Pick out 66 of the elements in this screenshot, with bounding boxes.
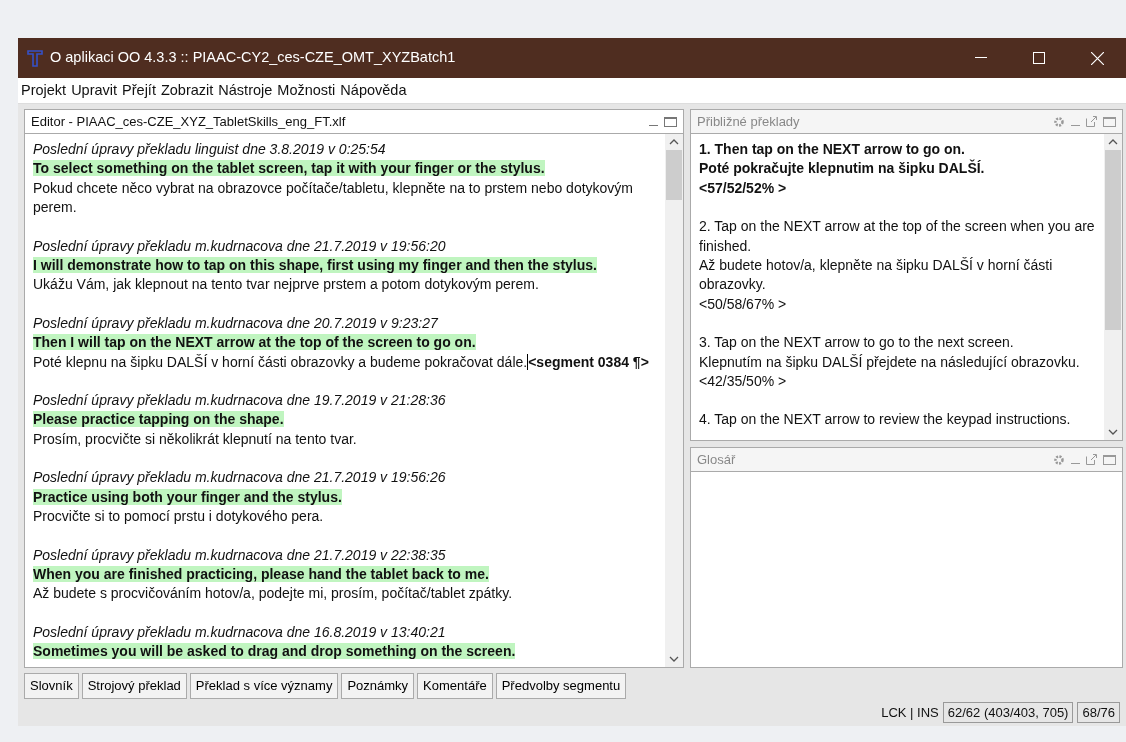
pane-tab[interactable]: Strojový překlad (81, 673, 187, 699)
settings-icon[interactable] (1053, 453, 1065, 466)
source-text: Please practice tapping on the shape. (33, 411, 284, 428)
target-text: Pokud chcete něco vybrat na obrazovce počítače/tabletu, klepněte na to prstem nebo dotykovým perem. (33, 179, 634, 216)
maximize-icon[interactable] (664, 116, 677, 127)
source-text: When you are finished practicing, please hand the tablet back to me. (33, 565, 489, 582)
menu-item[interactable]: Možnosti (277, 79, 336, 102)
pane-tab[interactable]: Předvolby segmentu (495, 673, 627, 699)
edit-info: Poslední úpravy překladu m.kudrnacova dne 21.7.2019 v 19:56:20 (33, 236, 447, 256)
panel-title: Přibližné překlady (697, 112, 801, 131)
edit-info: Poslední úpravy překladu m.kudrnacova dne 21.7.2019 v 22:38:35 (33, 545, 447, 565)
scroll-thumb[interactable] (666, 150, 682, 200)
target-text: Prosím, procvičte si několikrát klepnutí na tento tvar. (33, 430, 357, 447)
match-target[interactable]: Poté pokračujte klepnutim na šipku DALŠÍ. (699, 159, 1096, 179)
maximize-icon[interactable] (1103, 116, 1116, 127)
menu-item[interactable]: Nástroje (218, 79, 273, 102)
source-text: I will demonstrate how to tap on this shape, first using my finger and then the stylus. (33, 257, 597, 274)
maximize-icon[interactable] (1103, 454, 1116, 465)
source-text: To select something on the tablet screen, tap it with your finger or the stylus. (33, 160, 545, 177)
source-text: Then I will tap on the NEXT arrow at the top of the screen to go on. (33, 334, 476, 351)
pane-tab[interactable]: Slovník (24, 673, 79, 699)
edit-info: Poslední úpravy překladu m.kudrnacova dne 20.7.2019 v 9:23:27 (33, 313, 439, 333)
segment-tag: <segment 0384 ¶> (527, 353, 649, 370)
progress-counter: 62/62 (403/403, 705) (942, 701, 1074, 723)
status-text: LCK | INS (881, 703, 939, 722)
source-text: Sometimes you will be asked to drag and drop something on the screen. (33, 643, 516, 660)
pane-tab[interactable]: Překlad s více významy (189, 673, 339, 699)
settings-icon[interactable] (1053, 115, 1065, 128)
panel-title: Editor - PIAAC_ces-CZE_XYZ_TabletSkills_eng_FT.xlf (31, 112, 347, 131)
app-logo-icon (26, 48, 44, 68)
scrollbar[interactable] (1104, 134, 1122, 440)
minimize-icon (975, 57, 987, 59)
match-source[interactable]: 3. Tap on the NEXT arrow to go to the next screen. (699, 333, 1096, 353)
pane-tab[interactable]: Poznámky (341, 673, 415, 699)
target-text: Až budete s procvičováním hotov/a, podejte mi, prosím, počítač/tablet zpátky. (33, 585, 513, 602)
match-source[interactable]: 4. Tap on the NEXT arrow to review the keypad instructions. (699, 410, 1096, 430)
edit-info: Poslední úpravy překladu m.kudrnacova dne 21.7.2019 v 19:56:26 (33, 468, 447, 488)
source-text: Practice using both your finger and the stylus. (33, 488, 342, 505)
scrollbar[interactable] (665, 134, 683, 667)
edit-info: Poslední úpravy překladu linguist dne 3.8.2019 v 0:25:54 (33, 140, 387, 159)
menu-item[interactable]: Nápověda (340, 79, 407, 102)
match-target[interactable]: Až budete hotov/a, klepněte na šipku DALŠÍ v horní části obrazovky. (699, 256, 1096, 295)
menu-item[interactable]: Upravit (71, 79, 118, 102)
scroll-thumb[interactable] (1105, 150, 1121, 330)
pane-tab[interactable]: Komentáře (417, 673, 493, 699)
panel-title: Glosář (697, 450, 737, 469)
match-source[interactable]: 1. Then tap on the NEXT arrow to go on. (699, 140, 1096, 160)
edit-info: Poslední úpravy překladu m.kudrnacova dne 19.7.2019 v 21:28:36 (33, 391, 447, 411)
close-icon (1090, 51, 1104, 65)
target-text: Ukážu Vám, jak klepnout na tento tvar nejprve prstem a potom dotykovým perem. (33, 276, 539, 293)
maximize-icon (1033, 52, 1045, 64)
segment-counter: 68/76 (1077, 701, 1120, 723)
undock-icon[interactable] (1086, 454, 1097, 465)
match-source[interactable]: 2. Tap on the NEXT arrow at the top of the screen when you are finished. (699, 217, 1096, 257)
match-score: <57/52/52% > (699, 178, 788, 198)
target-text: Procvičte si to pomocí prstu i dotykového pera. (33, 508, 324, 525)
match-score: <50/58/67% > (699, 294, 788, 314)
edit-info: Poslední úpravy překladu m.kudrnacova dne 16.8.2019 v 13:40:21 (33, 622, 447, 642)
match-score: <42/35/50% > (699, 372, 788, 392)
target-text: Poté klepnu na šipku DALŠÍ v horní části obrazovky a budeme pokračovat dále. (33, 353, 528, 370)
undock-icon[interactable] (1086, 116, 1097, 127)
match-target[interactable]: Klepnutím na šipku DALŠÍ přejdete na následující obrazovku. (699, 352, 1096, 373)
menu-item[interactable]: Projekt (21, 79, 67, 102)
window-title: O aplikaci OO 4.3.3 :: PIAAC-CY2_ces-CZE_OMT_XYZBatch1 (49, 48, 457, 68)
menu-item[interactable]: Zobrazit (160, 79, 214, 102)
menu-item[interactable]: Přejít (122, 79, 156, 102)
